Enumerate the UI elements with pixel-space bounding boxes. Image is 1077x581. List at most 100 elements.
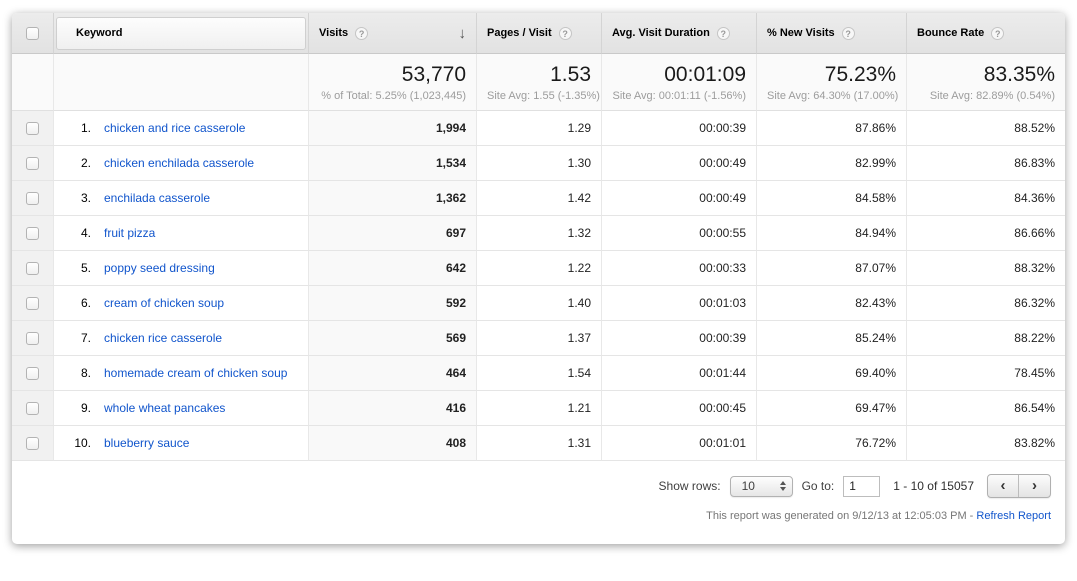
sort-desc-icon[interactable]: ↓ xyxy=(459,25,467,42)
row-checkbox[interactable] xyxy=(26,192,39,205)
avg-visit-duration-cell: 00:00:49 xyxy=(602,146,757,181)
stepper-icon xyxy=(780,481,786,491)
summary-duration-value: 00:01:09 xyxy=(612,63,746,87)
row-checkbox-cell xyxy=(12,286,54,321)
new-visits-cell: 87.07% xyxy=(757,251,907,286)
visits-cell: 592 xyxy=(309,286,477,321)
keyword-header-button[interactable]: Keyword xyxy=(56,17,306,50)
row-checkbox[interactable] xyxy=(26,262,39,275)
goto-page-input[interactable] xyxy=(843,476,880,497)
visits-cell: 697 xyxy=(309,216,477,251)
avg-visit-duration-cell: 00:00:39 xyxy=(602,111,757,146)
column-header-keyword[interactable]: Keyword xyxy=(54,13,309,54)
row-checkbox[interactable] xyxy=(26,297,39,310)
help-icon[interactable]: ? xyxy=(717,27,730,40)
row-checkbox[interactable] xyxy=(26,437,39,450)
keyword-link[interactable]: cream of chicken soup xyxy=(104,296,224,310)
row-rank: 4. xyxy=(68,226,91,240)
select-all-checkbox[interactable] xyxy=(26,27,39,40)
show-rows-select[interactable]: 10 xyxy=(730,476,793,497)
help-icon[interactable]: ? xyxy=(842,27,855,40)
pages-per-visit-cell: 1.32 xyxy=(477,216,602,251)
column-header-avg-visit-duration[interactable]: Avg. Visit Duration ? xyxy=(602,13,757,54)
avg-visit-duration-cell: 00:01:01 xyxy=(602,426,757,461)
row-rank: 8. xyxy=(68,366,91,380)
keyword-link[interactable]: chicken enchilada casserole xyxy=(104,156,254,170)
refresh-report-link[interactable]: Refresh Report xyxy=(976,510,1051,522)
visits-cell: 1,994 xyxy=(309,111,477,146)
bounce-rate-cell: 88.22% xyxy=(907,321,1065,356)
column-header-bounce-rate[interactable]: Bounce Rate ? xyxy=(907,13,1065,54)
table-row: 5.poppy seed dressing 642 1.22 00:00:33 … xyxy=(12,251,1065,286)
table-row: 4.fruit pizza 697 1.32 00:00:55 84.94% 8… xyxy=(12,216,1065,251)
keyword-cell: 5.poppy seed dressing xyxy=(54,251,309,286)
table-row: 1.chicken and rice casserole 1,994 1.29 … xyxy=(12,111,1065,146)
table-row: 6.cream of chicken soup 592 1.40 00:01:0… xyxy=(12,286,1065,321)
table-row: 10.blueberry sauce 408 1.31 00:01:01 76.… xyxy=(12,426,1065,461)
new-visits-cell: 76.72% xyxy=(757,426,907,461)
keyword-cell: 9. whole wheat pancakes xyxy=(54,391,309,426)
prev-page-button[interactable]: ‹ xyxy=(988,475,1019,497)
row-checkbox-cell xyxy=(12,146,54,181)
pager-buttons: ‹ › xyxy=(987,474,1051,498)
keyword-cell: 6. cream of chicken soup xyxy=(54,286,309,321)
keyword-link[interactable]: whole wheat pancakes xyxy=(104,401,225,415)
help-icon[interactable]: ? xyxy=(355,27,368,40)
summary-duration-subtext: Site Avg: 00:01:11 (-1.56%) xyxy=(612,90,746,102)
table-header: Keyword Visits ? ↓ Pages / Visit ? xyxy=(12,13,1065,54)
pages-per-visit-cell: 1.30 xyxy=(477,146,602,181)
visits-cell: 464 xyxy=(309,356,477,391)
table-row: 9.whole wheat pancakes 416 1.21 00:00:45… xyxy=(12,391,1065,426)
column-header-visits[interactable]: Visits ? ↓ xyxy=(309,13,477,54)
new-visits-cell: 84.58% xyxy=(757,181,907,216)
new-visits-cell: 82.99% xyxy=(757,146,907,181)
goto-label: Go to: xyxy=(802,479,835,493)
keyword-cell: 2.chicken enchilada casserole xyxy=(54,146,309,181)
new-visits-cell: 84.94% xyxy=(757,216,907,251)
next-page-button[interactable]: › xyxy=(1019,475,1050,497)
keyword-cell: 4. fruit pizza xyxy=(54,216,309,251)
row-checkbox[interactable] xyxy=(26,367,39,380)
new-visits-cell: 82.43% xyxy=(757,286,907,321)
new-visits-cell: 69.40% xyxy=(757,356,907,391)
summary-bounce-value: 83.35% xyxy=(917,63,1055,87)
avg-visit-duration-cell: 00:00:49 xyxy=(602,181,757,216)
row-rank: 7. xyxy=(68,331,91,345)
row-checkbox-cell xyxy=(12,321,54,356)
new-visits-cell: 69.47% xyxy=(757,391,907,426)
pagination-bar: Show rows: 10 Go to: 1 - 10 of 15057 ‹ › xyxy=(26,474,1051,498)
row-rank: 9. xyxy=(68,401,91,415)
row-checkbox[interactable] xyxy=(26,227,39,240)
row-rank: 6. xyxy=(68,296,91,310)
keyword-link[interactable]: fruit pizza xyxy=(104,226,155,240)
row-checkbox-cell xyxy=(12,251,54,286)
pages-per-visit-cell: 1.54 xyxy=(477,356,602,391)
row-checkbox[interactable] xyxy=(26,157,39,170)
row-checkbox[interactable] xyxy=(26,122,39,135)
column-header-new-visits[interactable]: % New Visits ? xyxy=(757,13,907,54)
bounce-rate-cell: 86.54% xyxy=(907,391,1065,426)
keyword-link[interactable]: homemade cream of chicken soup xyxy=(104,366,287,380)
column-label-new-visits: % New Visits xyxy=(767,27,835,39)
keyword-link[interactable]: blueberry sauce xyxy=(104,436,189,450)
keyword-cell: 1.chicken and rice casserole xyxy=(54,111,309,146)
summary-pages-value: 1.53 xyxy=(487,63,591,87)
summary-pages-subtext: Site Avg: 1.55 (-1.35%) xyxy=(487,90,591,102)
keyword-link[interactable]: enchilada casserole xyxy=(104,191,210,205)
bounce-rate-cell: 86.83% xyxy=(907,146,1065,181)
keyword-link[interactable]: chicken rice casserole xyxy=(104,331,222,345)
keyword-link[interactable]: poppy seed dressing xyxy=(104,261,215,275)
bounce-rate-cell: 83.82% xyxy=(907,426,1065,461)
help-icon[interactable]: ? xyxy=(559,27,572,40)
pages-per-visit-cell: 1.22 xyxy=(477,251,602,286)
keyword-link[interactable]: chicken and rice casserole xyxy=(104,121,245,135)
row-checkbox[interactable] xyxy=(26,332,39,345)
help-icon[interactable]: ? xyxy=(991,27,1004,40)
pages-per-visit-cell: 1.29 xyxy=(477,111,602,146)
column-label-keyword: Keyword xyxy=(76,27,122,39)
column-header-pages-visit[interactable]: Pages / Visit ? xyxy=(477,13,602,54)
row-checkbox[interactable] xyxy=(26,402,39,415)
select-all-header-cell xyxy=(12,13,54,54)
pages-per-visit-cell: 1.31 xyxy=(477,426,602,461)
visits-cell: 642 xyxy=(309,251,477,286)
